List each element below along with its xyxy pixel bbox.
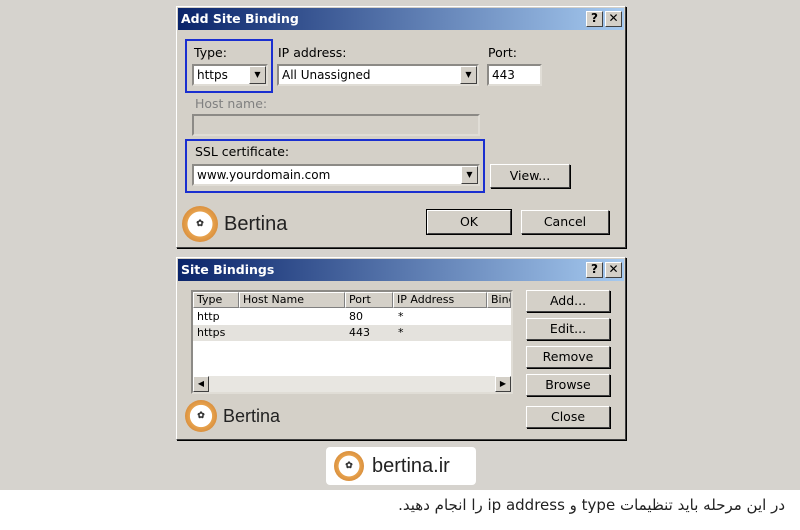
add-site-binding-dialog: Add Site Binding ? ✕ Type: https ▼ IP ad… (176, 6, 626, 248)
site-bindings-dialog: Site Bindings ? ✕ Type Host Name Port IP… (176, 257, 626, 440)
type-value: https (197, 68, 228, 82)
chevron-down-icon[interactable]: ▼ (249, 66, 266, 84)
site-bindings-titlebar: Site Bindings ? ✕ (178, 259, 624, 281)
host-name-label: Host name: (195, 96, 268, 111)
chevron-down-icon[interactable]: ▼ (461, 166, 478, 184)
caption-text: در این مرحله باید تنظیمات type و ip addr… (398, 496, 785, 514)
dialog-title: Site Bindings (181, 262, 275, 277)
table-row[interactable]: https 443 * (193, 325, 511, 341)
type-select[interactable]: https ▼ (192, 64, 268, 86)
scroll-left-icon[interactable]: ◀ (193, 376, 209, 392)
type-label: Type: (194, 45, 227, 60)
column-header-port[interactable]: Port (345, 292, 393, 308)
site-name: bertina.ir (372, 454, 450, 477)
cancel-button[interactable]: Cancel (521, 210, 609, 234)
scroll-right-icon[interactable]: ▶ (495, 376, 511, 392)
ip-address-select[interactable]: All Unassigned ▼ (277, 64, 479, 86)
site-badge: ✿ bertina.ir (326, 447, 476, 485)
row-type: https (197, 326, 226, 339)
row-port: 80 (349, 310, 363, 323)
dialog-title: Add Site Binding (181, 11, 299, 26)
remove-button[interactable]: Remove (526, 346, 610, 368)
add-button[interactable]: Add... (526, 290, 610, 312)
bertina-logo-icon: ✿ (185, 400, 217, 432)
ip-label: IP address: (278, 45, 347, 60)
help-button[interactable]: ? (586, 11, 603, 27)
row-ip: * (398, 310, 404, 323)
port-label: Port: (488, 45, 517, 60)
row-ip: * (398, 326, 404, 339)
close-dialog-button[interactable]: Close (526, 406, 610, 428)
row-type: http (197, 310, 220, 323)
logo-text: Bertina (223, 405, 281, 426)
port-input[interactable]: 443 (487, 64, 542, 86)
bertina-logo-icon: ✿ (334, 451, 364, 481)
ok-button[interactable]: OK (426, 209, 512, 235)
edit-button[interactable]: Edit... (526, 318, 610, 340)
help-button[interactable]: ? (586, 262, 603, 278)
ssl-value: www.yourdomain.com (197, 168, 331, 182)
add-site-binding-titlebar: Add Site Binding ? ✕ (178, 8, 624, 30)
row-port: 443 (349, 326, 370, 339)
bertina-logo: ✿ Bertina (185, 400, 280, 432)
column-header-ip[interactable]: IP Address (393, 292, 487, 308)
ssl-certificate-select[interactable]: www.yourdomain.com ▼ (192, 164, 480, 186)
ip-value: All Unassigned (282, 68, 371, 82)
column-header-host[interactable]: Host Name (239, 292, 345, 308)
view-button[interactable]: View... (490, 164, 570, 188)
host-name-input[interactable] (192, 114, 480, 136)
column-header-type[interactable]: Type (193, 292, 239, 308)
bertina-logo-icon: ✿ (182, 206, 218, 242)
ssl-certificate-label: SSL certificate: (195, 144, 290, 159)
bindings-list[interactable]: Type Host Name Port IP Address Bind http… (191, 290, 513, 394)
logo-text: Bertina (224, 212, 288, 235)
close-button[interactable]: ✕ (605, 11, 622, 27)
browse-button[interactable]: Browse (526, 374, 610, 396)
horizontal-scrollbar[interactable]: ◀ ▶ (193, 376, 511, 392)
chevron-down-icon[interactable]: ▼ (460, 66, 477, 84)
close-button[interactable]: ✕ (605, 262, 622, 278)
bertina-logo: ✿ Bertina (182, 206, 287, 242)
table-row[interactable]: http 80 * (193, 309, 511, 325)
column-header-bind[interactable]: Bind (487, 292, 511, 308)
